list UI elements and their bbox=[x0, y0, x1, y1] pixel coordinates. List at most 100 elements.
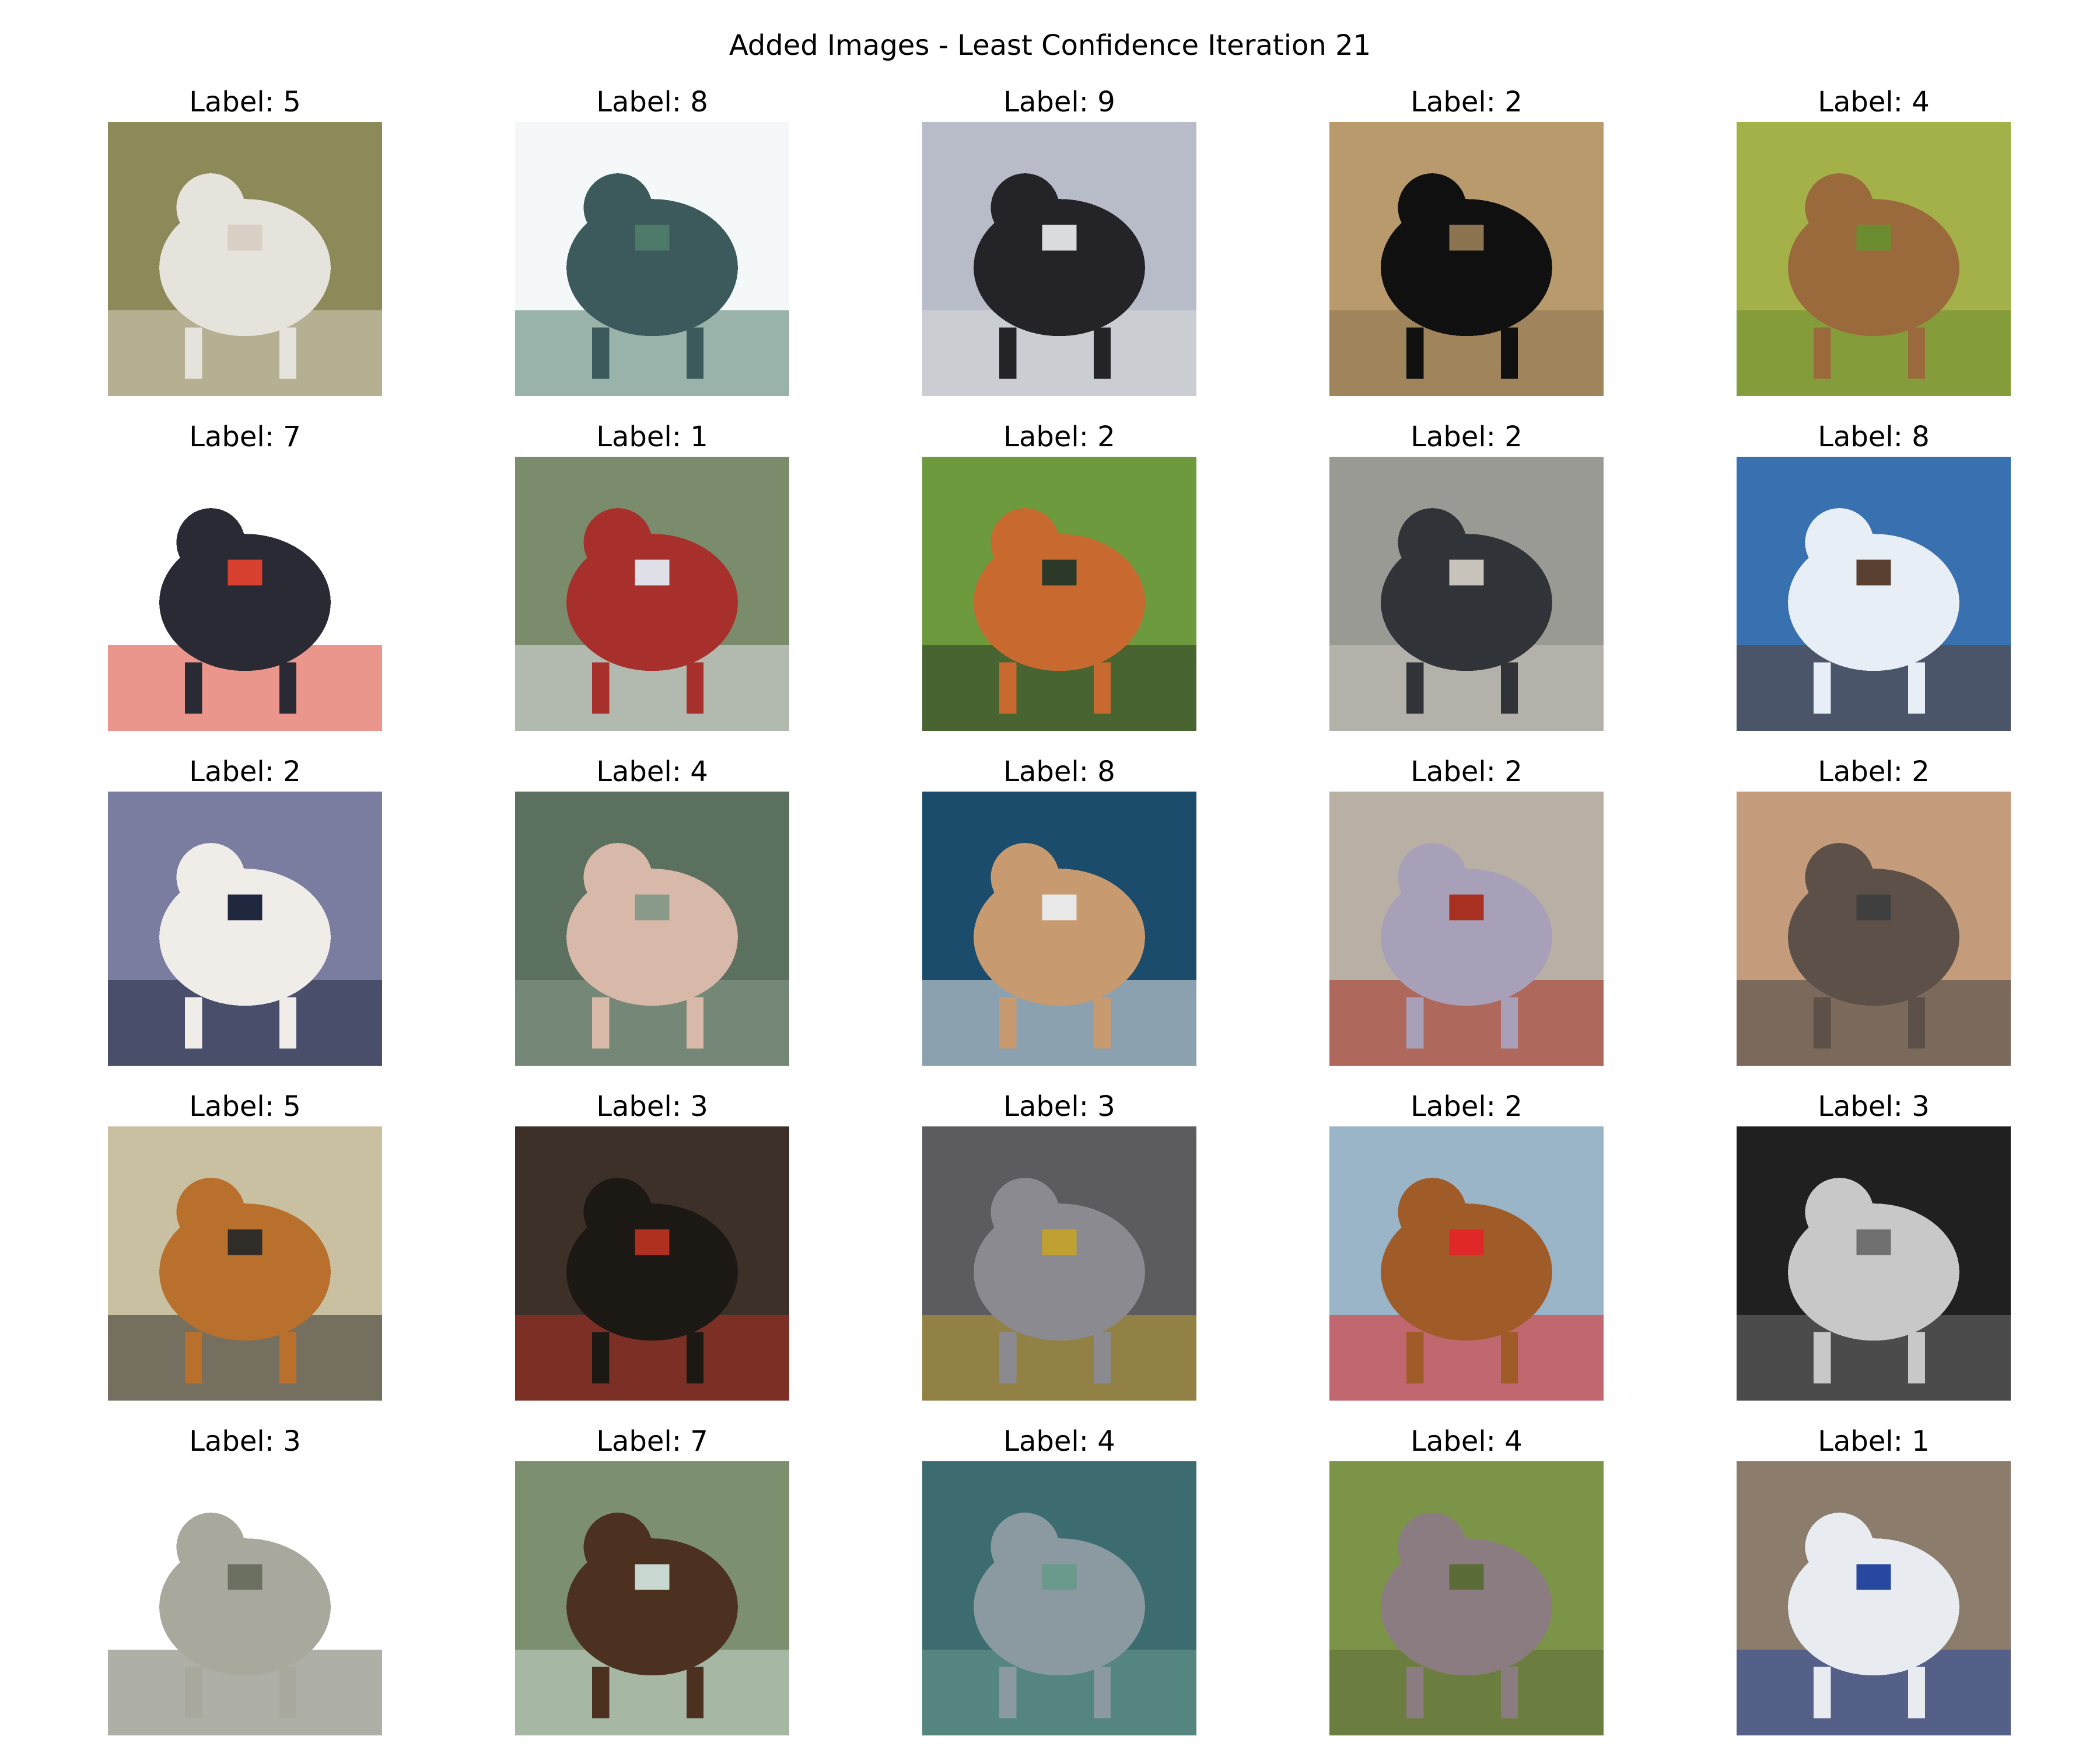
image-accent bbox=[1449, 1229, 1484, 1255]
image-accent bbox=[228, 225, 262, 251]
thumbnail-rooster bbox=[1329, 1126, 1604, 1401]
image-subject-leg bbox=[1814, 327, 1831, 379]
thumbnail-ostrich bbox=[1329, 122, 1604, 396]
thumbnail-grey-bird bbox=[1329, 457, 1604, 731]
image-label: Label: 2 bbox=[1410, 1090, 1522, 1123]
pixel-image bbox=[108, 1461, 382, 1735]
pixel-image bbox=[515, 457, 789, 731]
image-subject-leg bbox=[279, 662, 297, 714]
image-subject-leg bbox=[686, 662, 704, 714]
pixel-image bbox=[1737, 122, 2011, 396]
pixel-image bbox=[515, 792, 789, 1066]
image-subject-leg bbox=[686, 1667, 704, 1718]
image-subject-leg bbox=[279, 997, 297, 1049]
image-subject-leg bbox=[185, 327, 202, 379]
image-subject-leg bbox=[592, 327, 610, 379]
pixel-image bbox=[1329, 457, 1604, 731]
image-accent bbox=[1856, 1229, 1891, 1255]
image-subject-leg bbox=[1500, 1667, 1518, 1718]
image-subject-leg bbox=[999, 1332, 1017, 1384]
image-subject-leg bbox=[1500, 327, 1518, 379]
image-subject-leg bbox=[686, 1332, 704, 1384]
thumbnail-grazing-deer bbox=[1329, 1461, 1604, 1735]
image-accent bbox=[228, 559, 262, 586]
image-accent bbox=[228, 1564, 262, 1590]
image-label: Label: 5 bbox=[189, 86, 301, 118]
image-label: Label: 4 bbox=[1410, 1425, 1522, 1458]
pixel-image bbox=[1737, 1461, 2011, 1735]
image-accent bbox=[635, 225, 670, 251]
image-accent bbox=[635, 1229, 670, 1255]
image-subject-leg bbox=[1814, 662, 1831, 714]
image-accent bbox=[1856, 1564, 1891, 1590]
thumbnail-red-jeep bbox=[515, 457, 789, 731]
thumbnail-brown-horse bbox=[515, 1461, 789, 1735]
image-label: Label: 2 bbox=[1410, 421, 1522, 453]
image-subject-leg bbox=[592, 997, 610, 1049]
image-label: Label: 8 bbox=[596, 86, 708, 118]
image-subject-leg bbox=[1406, 327, 1424, 379]
thumbnail-dark-cat bbox=[515, 1126, 789, 1401]
thumbnail-black-truck bbox=[922, 122, 1196, 396]
image-subject-leg bbox=[185, 1667, 202, 1718]
image-accent bbox=[1856, 225, 1891, 251]
image-subject-leg bbox=[1908, 327, 1926, 379]
pixel-image bbox=[1329, 792, 1604, 1066]
thumbnail-sailboat bbox=[922, 792, 1196, 1066]
image-accent bbox=[1856, 559, 1891, 586]
image-subject-leg bbox=[1406, 662, 1424, 714]
image-subject-leg bbox=[1814, 997, 1831, 1049]
image-subject-leg bbox=[592, 1667, 610, 1718]
image-label: Label: 2 bbox=[189, 755, 301, 788]
image-subject-leg bbox=[1500, 997, 1518, 1049]
image-subject-leg bbox=[279, 327, 297, 379]
image-subject-leg bbox=[592, 1332, 610, 1384]
image-subject-leg bbox=[1908, 997, 1926, 1049]
image-subject-leg bbox=[999, 662, 1017, 714]
image-accent bbox=[228, 1229, 262, 1255]
thumbnail-robin-bird bbox=[922, 457, 1196, 731]
image-accent bbox=[1449, 1564, 1484, 1590]
image-accent bbox=[1042, 894, 1077, 921]
image-accent bbox=[1449, 894, 1484, 921]
image-subject-leg bbox=[1093, 327, 1111, 379]
image-label: Label: 8 bbox=[1003, 755, 1115, 788]
thumbnail-elk bbox=[515, 792, 789, 1066]
thumbnail-blurry-animal bbox=[922, 1461, 1196, 1735]
thumbnail-white-emu bbox=[108, 792, 382, 1066]
image-subject-leg bbox=[999, 997, 1017, 1049]
image-subject-leg bbox=[1500, 1332, 1518, 1384]
pixel-image bbox=[1329, 122, 1604, 396]
pixel-image bbox=[515, 1461, 789, 1735]
image-label: Label: 8 bbox=[1818, 421, 1930, 453]
image-accent bbox=[1042, 559, 1077, 586]
image-subject-leg bbox=[1908, 1332, 1926, 1384]
pixel-image bbox=[1737, 792, 2011, 1066]
thumbnail-white-dog bbox=[108, 122, 382, 396]
image-label: Label: 9 bbox=[1003, 86, 1115, 118]
pixel-image bbox=[922, 1126, 1196, 1401]
thumbnail-deer-on-grass bbox=[1737, 122, 2011, 396]
image-subject-leg bbox=[999, 1667, 1017, 1718]
image-label: Label: 4 bbox=[596, 755, 708, 788]
pixel-image bbox=[1329, 1126, 1604, 1401]
image-label: Label: 3 bbox=[189, 1425, 301, 1458]
thumbnail-ferry-ship bbox=[515, 122, 789, 396]
image-subject-leg bbox=[1406, 1332, 1424, 1384]
image-subject-leg bbox=[1406, 997, 1424, 1049]
image-subject-leg bbox=[1814, 1332, 1831, 1384]
pixel-image bbox=[108, 122, 382, 396]
image-subject-leg bbox=[1500, 662, 1518, 714]
image-subject-leg bbox=[1908, 662, 1926, 714]
image-accent bbox=[1856, 894, 1891, 921]
image-label: Label: 4 bbox=[1003, 1425, 1115, 1458]
pixel-image bbox=[922, 1461, 1196, 1735]
image-subject-leg bbox=[592, 662, 610, 714]
figure-title: Added Images - Least Confidence Iteratio… bbox=[729, 29, 1371, 62]
image-subject-leg bbox=[1093, 997, 1111, 1049]
thumbnail-police-car bbox=[1737, 1461, 2011, 1735]
pixel-image bbox=[1737, 1126, 2011, 1401]
image-accent bbox=[228, 894, 262, 921]
image-label: Label: 4 bbox=[1818, 86, 1930, 118]
image-label: Label: 1 bbox=[1818, 1425, 1930, 1458]
